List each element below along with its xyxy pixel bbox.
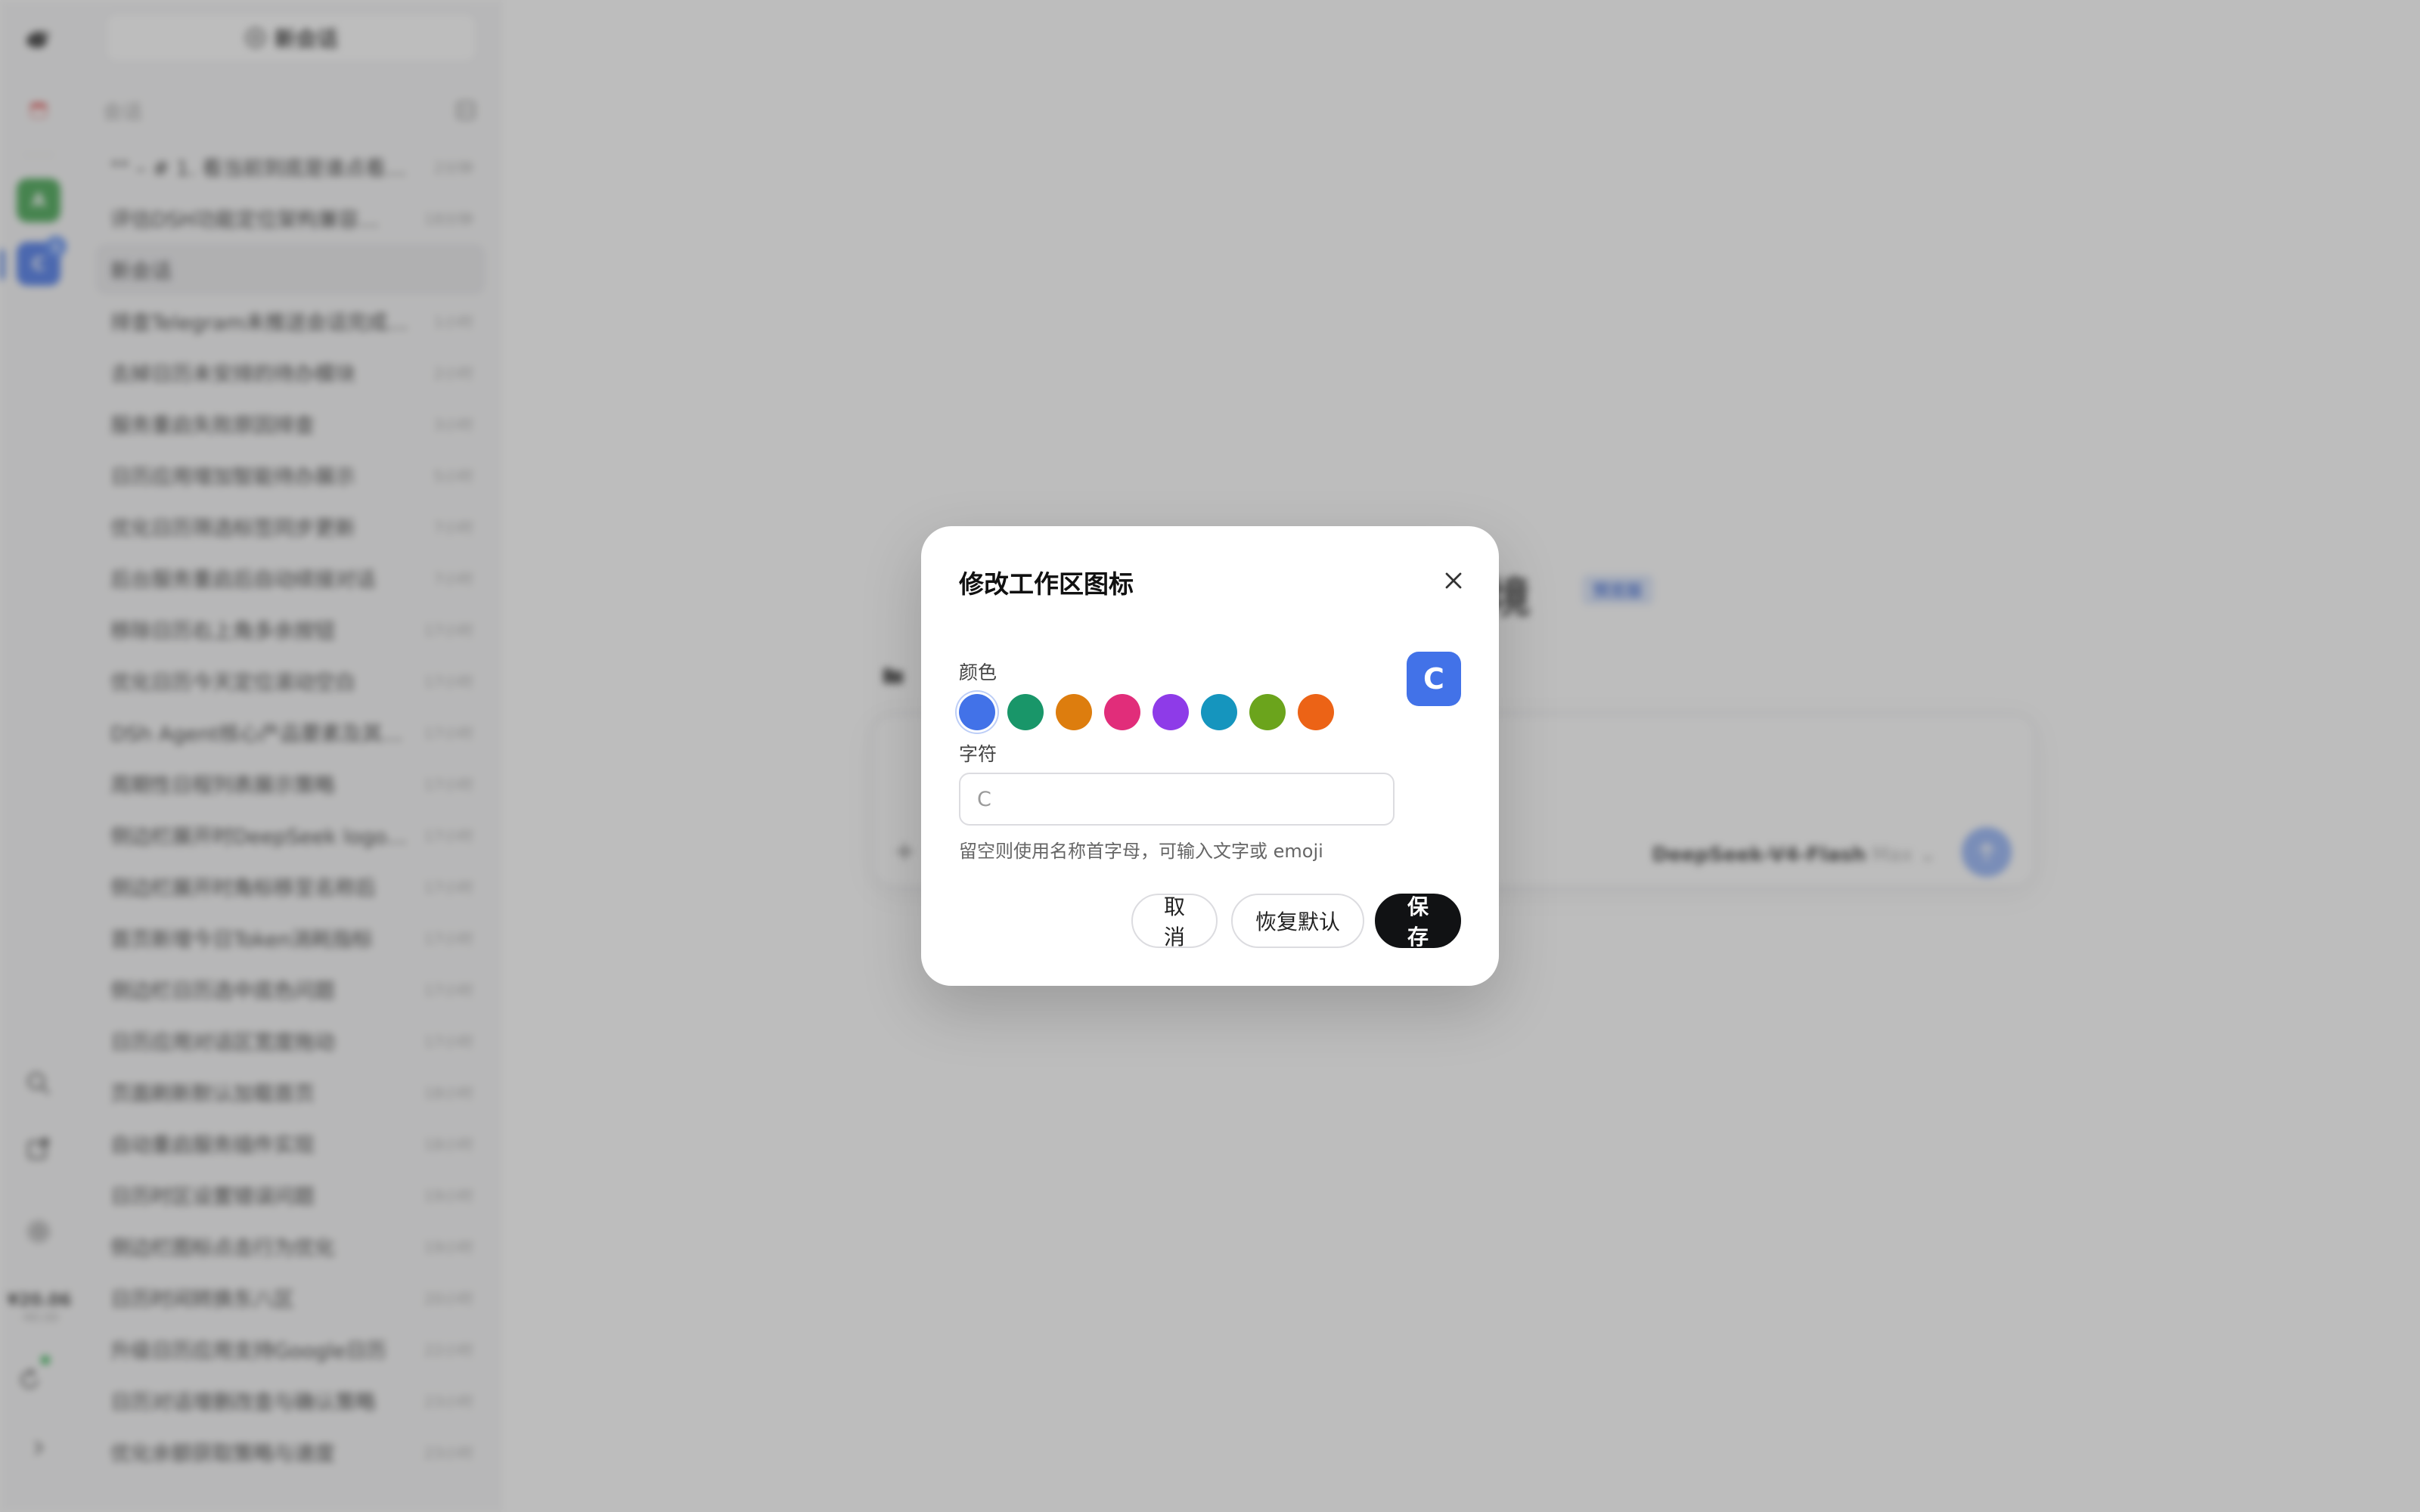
color-swatch[interactable] bbox=[959, 694, 995, 730]
color-swatch[interactable] bbox=[1056, 694, 1092, 730]
save-button[interactable]: 保存 bbox=[1375, 894, 1461, 950]
color-swatch[interactable] bbox=[1298, 694, 1334, 730]
icon-preview-tile: C bbox=[1407, 652, 1461, 706]
color-swatch[interactable] bbox=[1104, 694, 1140, 730]
char-label: 字符 bbox=[959, 743, 997, 765]
color-label: 颜色 bbox=[959, 662, 997, 683]
char-hint: 留空则使用名称首字母，可输入文字或 emoji bbox=[959, 841, 1323, 862]
close-icon[interactable] bbox=[1437, 564, 1470, 597]
icon-preview-char: C bbox=[1423, 662, 1444, 696]
cancel-button[interactable]: 取消 bbox=[1131, 894, 1218, 950]
color-swatch[interactable] bbox=[1007, 694, 1044, 730]
char-input[interactable] bbox=[959, 773, 1395, 826]
color-swatch-row bbox=[959, 694, 1334, 730]
dialog-title: 修改工作区图标 bbox=[959, 569, 1134, 599]
reset-default-button[interactable]: 恢复默认 bbox=[1231, 894, 1364, 948]
edit-workspace-icon-dialog: 修改工作区图标 颜色 C 字符 留空则使用名称首字母，可输入文字或 emoji … bbox=[921, 526, 1499, 986]
color-swatch[interactable] bbox=[1153, 694, 1189, 730]
color-swatch[interactable] bbox=[1249, 694, 1286, 730]
color-swatch[interactable] bbox=[1201, 694, 1237, 730]
